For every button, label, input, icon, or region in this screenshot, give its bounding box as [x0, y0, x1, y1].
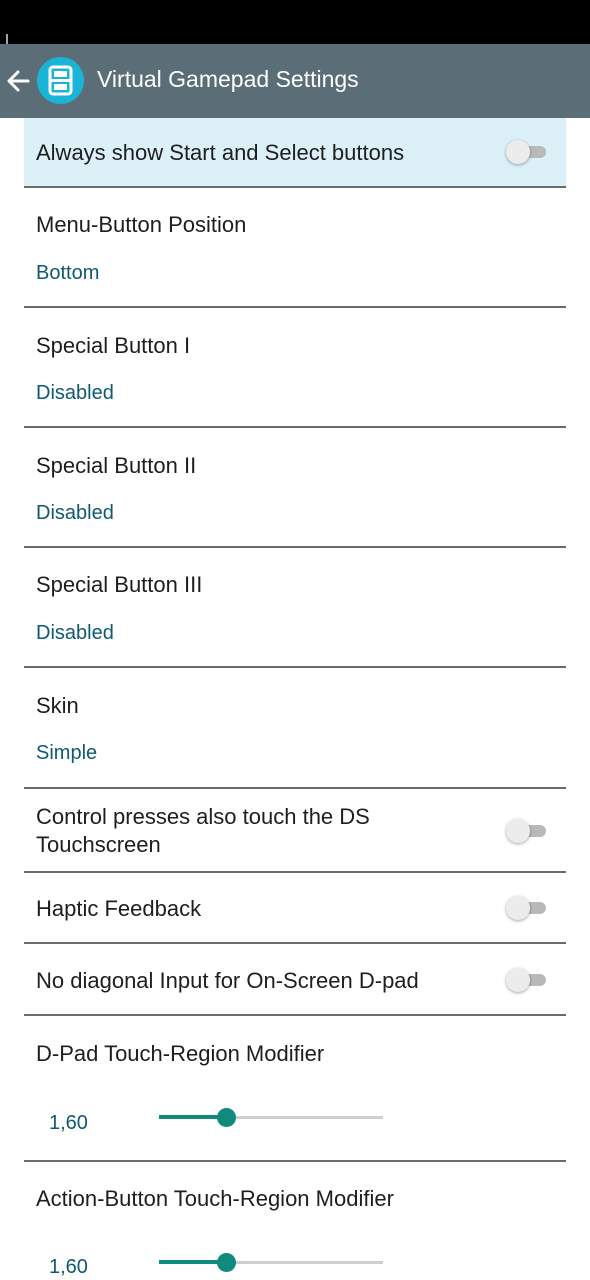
setting-label: Menu-Button Position	[36, 212, 247, 237]
setting-label: Control presses also touch the DS Touchs…	[36, 804, 370, 857]
setting-label: No diagonal Input for On-Screen D-pad	[36, 968, 419, 993]
setting-label: Special Button I	[36, 333, 191, 358]
slider-value: 1,60	[49, 1256, 88, 1278]
setting-menu-button-position[interactable]: Menu-Button Position Bottom	[24, 188, 566, 308]
status-bar	[0, 0, 590, 74]
ds-console-icon	[37, 57, 84, 104]
setting-special-button-1[interactable]: Special Button I Disabled	[24, 308, 566, 428]
setting-label: Always show Start and Select buttons	[36, 140, 405, 165]
slider-fill	[159, 1115, 227, 1119]
slider-fill	[159, 1260, 227, 1264]
toggle-thumb	[506, 140, 530, 164]
setting-value: Bottom	[36, 262, 100, 284]
arrow-left-icon[interactable]	[4, 64, 34, 98]
setting-special-button-3[interactable]: Special Button III Disabled	[24, 548, 566, 668]
settings-list: Always show Start and Select buttons Men…	[24, 118, 566, 1280]
setting-value: Simple	[36, 742, 98, 764]
app-bar: Virtual Gamepad Settings	[0, 44, 590, 118]
setting-label: Special Button II	[36, 453, 197, 478]
page-title: Virtual Gamepad Settings	[97, 66, 359, 92]
slider-knob[interactable]	[217, 1253, 237, 1272]
action-touch-region-slider[interactable]	[159, 1252, 383, 1272]
setting-dpad-touch-region[interactable]: D-Pad Touch-Region Modifier 1,60	[24, 1016, 566, 1162]
setting-label: Special Button III	[36, 572, 203, 597]
control-touch-ds-toggle[interactable]	[506, 818, 548, 844]
setting-special-button-2[interactable]: Special Button II Disabled	[24, 428, 566, 548]
setting-control-touch-ds[interactable]: Control presses also touch the DS Touchs…	[24, 789, 566, 873]
no-diagonal-dpad-toggle[interactable]	[506, 967, 548, 993]
setting-value: Disabled	[36, 382, 114, 404]
setting-no-diagonal-dpad[interactable]: No diagonal Input for On-Screen D-pad	[24, 944, 566, 1016]
setting-value: Disabled	[36, 502, 114, 524]
setting-label: D-Pad Touch-Region Modifier	[36, 1041, 325, 1066]
toggle-thumb	[506, 968, 530, 992]
haptic-feedback-toggle[interactable]	[506, 895, 548, 921]
setting-skin[interactable]: Skin Simple	[24, 668, 566, 789]
setting-label: Skin	[36, 693, 79, 718]
always-show-start-select-toggle[interactable]	[506, 139, 548, 165]
setting-haptic-feedback[interactable]: Haptic Feedback	[24, 873, 566, 944]
slider-knob[interactable]	[217, 1108, 237, 1127]
setting-label: Action-Button Touch-Region Modifier	[36, 1186, 394, 1211]
toggle-thumb	[506, 819, 530, 843]
setting-value: Disabled	[36, 622, 114, 644]
toggle-thumb	[506, 896, 530, 920]
setting-label: Haptic Feedback	[36, 896, 202, 921]
setting-always-show-start-select[interactable]: Always show Start and Select buttons	[24, 118, 566, 188]
slider-value: 1,60	[49, 1112, 88, 1134]
dpad-touch-region-slider[interactable]	[159, 1107, 383, 1127]
setting-action-touch-region[interactable]: Action-Button Touch-Region Modifier 1,60	[24, 1162, 566, 1280]
